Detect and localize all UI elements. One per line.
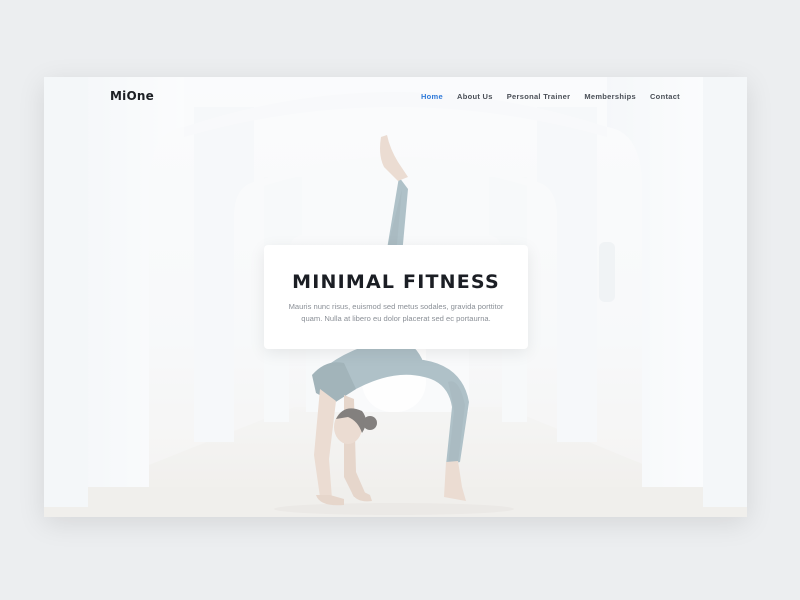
hero-card: MINIMAL FITNESS Mauris nunc risus, euism…	[264, 245, 528, 349]
browser-frame: MiOne Home About Us Personal Trainer Mem…	[44, 77, 747, 517]
site-logo[interactable]: MiOne	[110, 89, 154, 103]
main-nav: Home About Us Personal Trainer Membershi…	[421, 92, 680, 101]
hero-description: Mauris nunc risus, euismod sed metus sod…	[288, 302, 504, 323]
nav-item-personal-trainer[interactable]: Personal Trainer	[507, 92, 571, 101]
nav-item-about-us[interactable]: About Us	[457, 92, 493, 101]
nav-item-contact[interactable]: Contact	[650, 92, 680, 101]
nav-item-home[interactable]: Home	[421, 92, 443, 101]
site-header: MiOne Home About Us Personal Trainer Mem…	[44, 77, 747, 117]
hero-title: MINIMAL FITNESS	[292, 271, 500, 293]
nav-item-memberships[interactable]: Memberships	[584, 92, 636, 101]
